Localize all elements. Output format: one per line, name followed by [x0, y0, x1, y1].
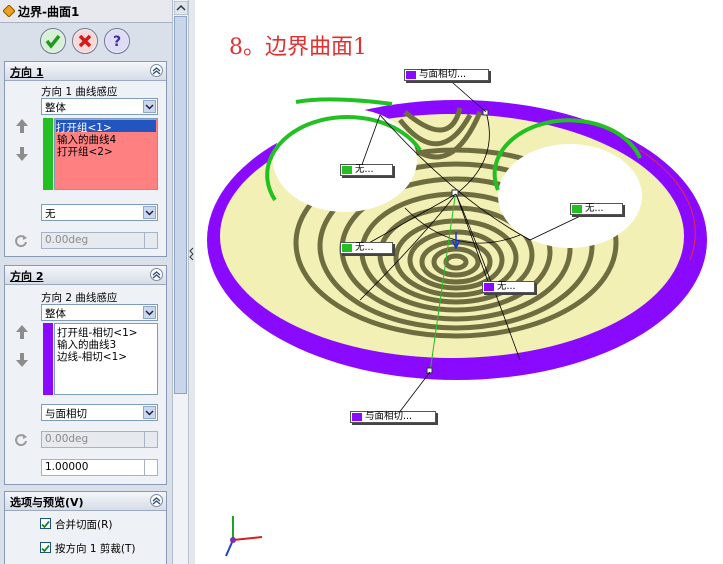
- callout-top[interactable]: 与面相切...: [404, 69, 489, 81]
- direction2-header[interactable]: 方向 2: [5, 266, 166, 285]
- direction1-curve-top[interactable]: [295, 97, 393, 106]
- right-hole: [498, 144, 642, 248]
- direction1-influence-value: 整体: [45, 102, 66, 114]
- direction2-weight-value: 1.00000: [45, 461, 89, 473]
- callout-center[interactable]: 无...: [482, 281, 535, 293]
- direction2-tangency-value: 与面相切: [45, 408, 87, 420]
- svg-text:?: ?: [113, 34, 121, 50]
- help-button[interactable]: ?: [104, 28, 130, 54]
- direction2-angle-input[interactable]: 0.00deg: [41, 431, 158, 448]
- direction2-weight-input[interactable]: 1.00000: [41, 459, 158, 476]
- list-item[interactable]: 打开组<2>: [57, 144, 113, 159]
- direction1-angle-input[interactable]: 0.00deg: [41, 232, 158, 249]
- direction1-angle-value: 0.00deg: [45, 234, 89, 246]
- check-icon: [41, 544, 50, 553]
- spin-buttons[interactable]: [144, 233, 157, 248]
- feature-title-bar: 边界-曲面1: [0, 0, 172, 23]
- direction1-header-label: 方向 1: [10, 66, 44, 79]
- question-icon: ?: [106, 30, 128, 52]
- move-up-icon[interactable]: [15, 118, 29, 134]
- spin-buttons[interactable]: [144, 460, 157, 475]
- check-icon: [41, 520, 50, 529]
- list-item[interactable]: 打开组<1>: [56, 120, 156, 134]
- chevron-up-icon: [152, 271, 161, 279]
- left-hole: [273, 108, 417, 212]
- chevron-down-icon: [143, 306, 156, 319]
- rotate-icon: [15, 235, 27, 248]
- boundary-surface-icon: [3, 5, 15, 17]
- direction1-curve-list[interactable]: 打开组<1> 输入的曲线4 打开组<2>: [54, 118, 158, 190]
- direction2-tangency-select[interactable]: 与面相切: [41, 404, 158, 421]
- direction1-group: 方向 1 方向 1 曲线感应 整体 打开组<1> 输入的曲线4 打开组<2> 无…: [4, 61, 167, 257]
- panel-scrollbar[interactable]: [172, 0, 189, 564]
- collapse-options-button[interactable]: [150, 494, 163, 507]
- merge-tangent-checkbox[interactable]: [40, 518, 51, 529]
- scroll-thumb[interactable]: [174, 16, 187, 394]
- chevron-down-icon: [143, 100, 156, 113]
- chevron-down-icon: [143, 206, 156, 219]
- move-down-icon[interactable]: [15, 352, 29, 368]
- spin-buttons[interactable]: [144, 432, 157, 447]
- direction1-header[interactable]: 方向 1: [5, 62, 166, 81]
- panel-splitter[interactable]: [188, 0, 195, 564]
- trim-by-direction1-label: 按方向 1 剪裁(T): [55, 543, 136, 555]
- chevron-down-icon: [143, 406, 156, 419]
- ok-button[interactable]: [40, 28, 66, 54]
- scroll-up-icon[interactable]: [174, 1, 188, 15]
- feature-title: 边界-曲面1: [18, 5, 80, 19]
- direction1-influence-select[interactable]: 整体: [41, 98, 158, 115]
- direction1-color-bar: [43, 118, 53, 190]
- property-manager: 边界-曲面1 ? 方向 1 方向 1 曲线感应 整体 打开组<1> 输入的曲线4…: [0, 0, 172, 564]
- direction1-tangency-value: 无: [45, 208, 56, 220]
- collapse-direction1-button[interactable]: [150, 64, 163, 77]
- chevron-up-icon: [152, 67, 161, 75]
- callout-right[interactable]: 无...: [570, 203, 623, 215]
- merge-tangent-label: 合并切面(R): [55, 519, 113, 531]
- direction2-group: 方向 2 方向 2 曲线感应 整体 打开组-相切<1> 输入的曲线3 边线-相切…: [4, 265, 167, 485]
- direction2-header-label: 方向 2: [10, 270, 44, 283]
- callout-left-lower[interactable]: 无...: [340, 242, 393, 254]
- options-header-label: 选项与预览(V): [10, 496, 84, 509]
- direction2-curve-influence-label: 方向 2 曲线感应: [41, 292, 118, 304]
- options-group: 选项与预览(V) 合并切面(R) 按方向 1 剪裁(T): [4, 491, 167, 564]
- direction1-curve-influence-label: 方向 1 曲线感应: [41, 86, 118, 98]
- chevron-up-icon: [152, 497, 161, 505]
- rotate-icon: [15, 434, 27, 447]
- list-item[interactable]: 边线-相切<1>: [57, 349, 127, 364]
- direction2-angle-value: 0.00deg: [45, 433, 89, 445]
- cancel-button[interactable]: [72, 28, 98, 54]
- move-up-icon[interactable]: [15, 324, 29, 340]
- move-down-icon[interactable]: [15, 146, 29, 162]
- options-header[interactable]: 选项与预览(V): [5, 492, 166, 511]
- direction1-tangency-select[interactable]: 无: [41, 204, 158, 221]
- direction2-influence-value: 整体: [45, 308, 66, 320]
- axis-triad: [225, 516, 263, 557]
- boundary-surface-model[interactable]: [195, 0, 723, 564]
- direction2-curve-list[interactable]: 打开组-相切<1> 输入的曲线3 边线-相切<1>: [54, 323, 158, 395]
- callout-left-upper[interactable]: 无...: [340, 164, 393, 176]
- trim-by-direction1-checkbox[interactable]: [40, 542, 51, 553]
- top-handle[interactable]: [482, 109, 489, 116]
- collapse-direction2-button[interactable]: [150, 268, 163, 281]
- check-icon: [42, 30, 64, 52]
- direction2-color-bar: [43, 323, 53, 395]
- x-icon: [74, 30, 96, 52]
- callout-bottom[interactable]: 与面相切...: [350, 411, 436, 423]
- center-handle[interactable]: [451, 189, 459, 197]
- direction2-influence-select[interactable]: 整体: [41, 304, 158, 321]
